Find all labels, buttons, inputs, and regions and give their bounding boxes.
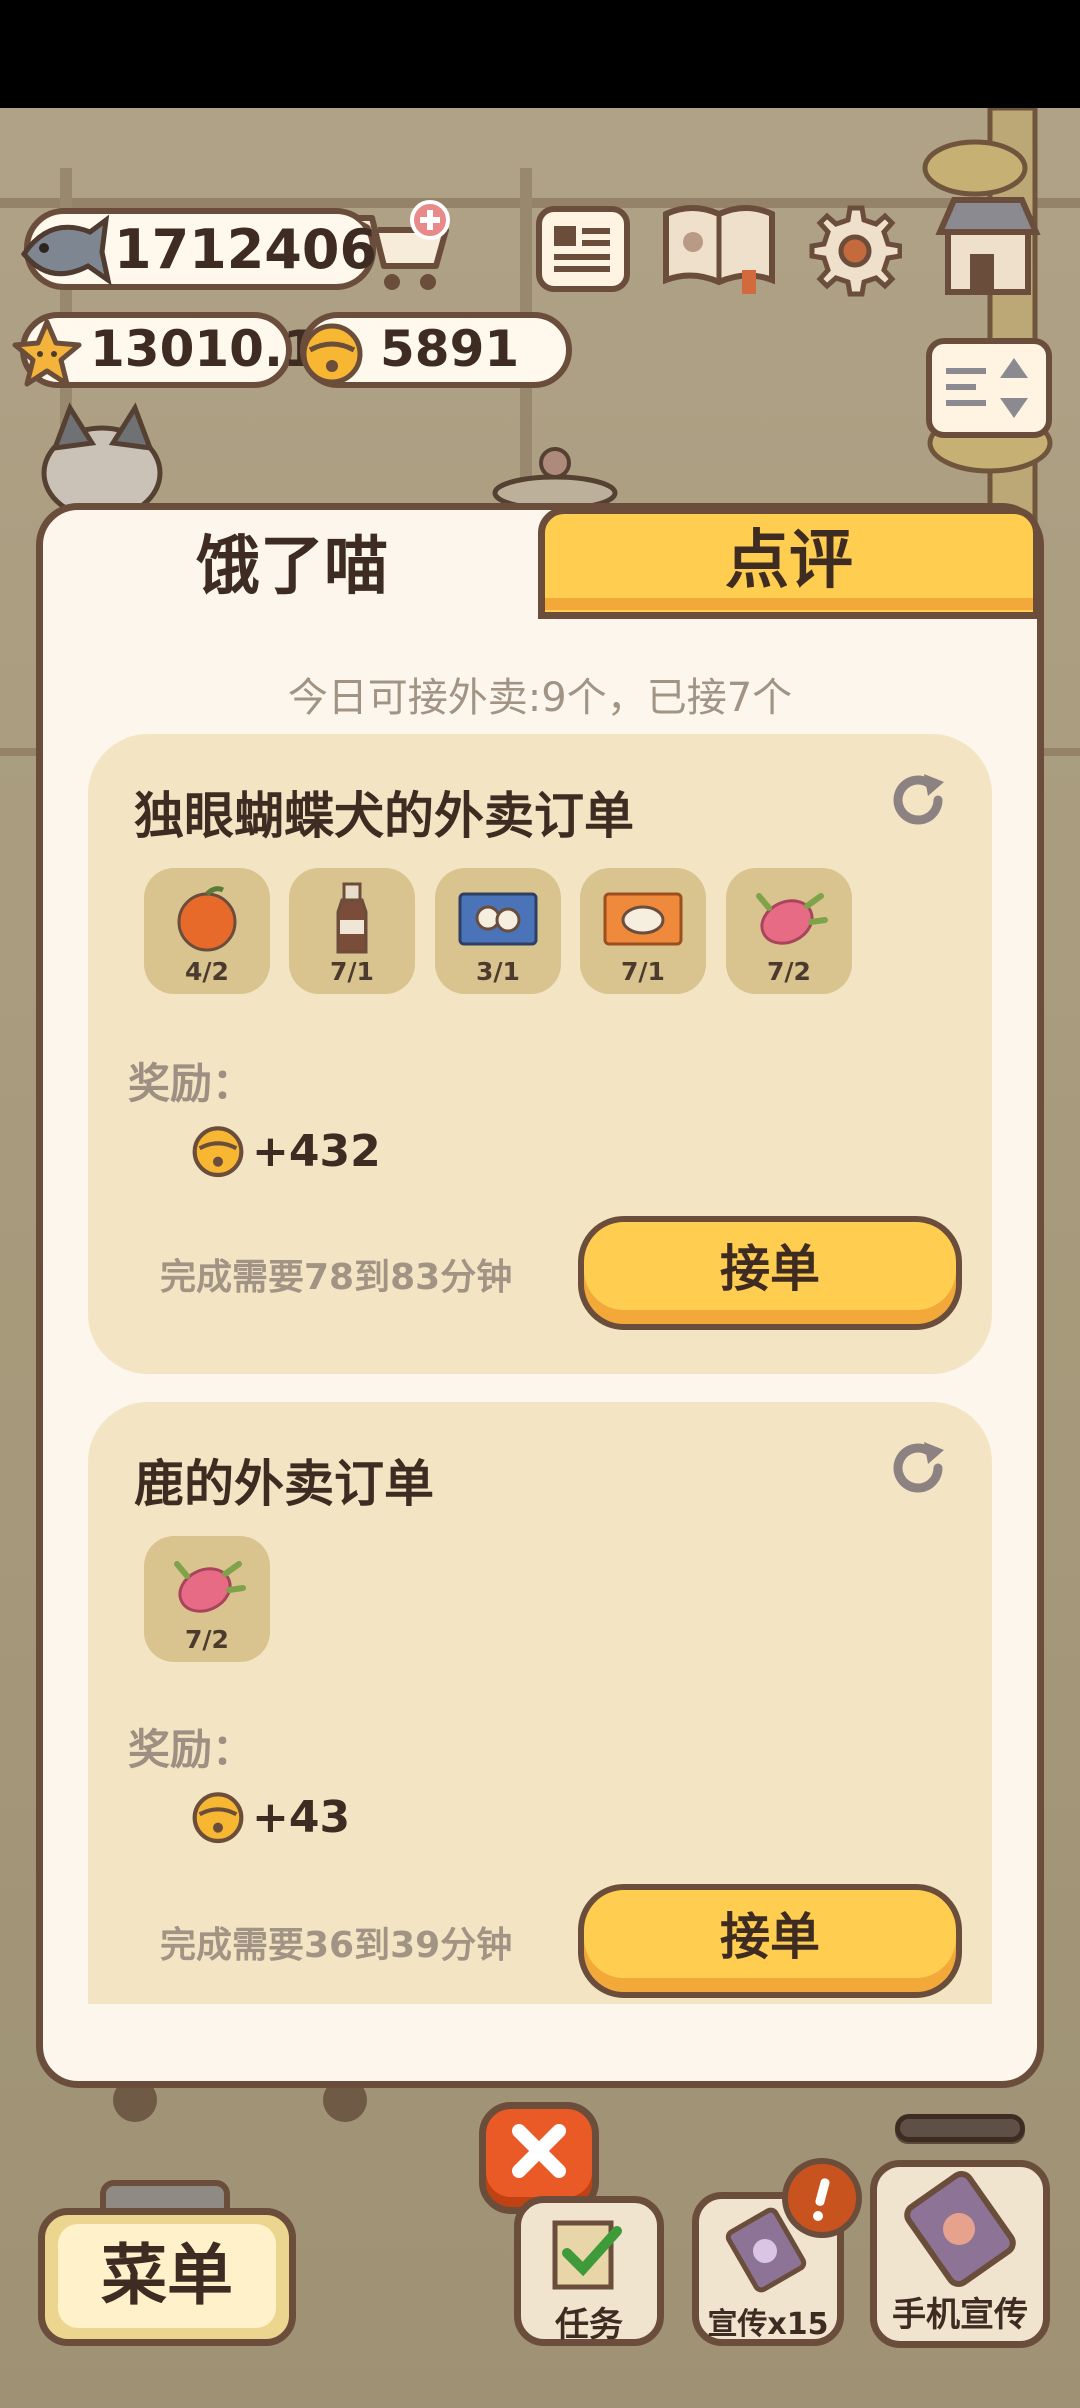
tab-hungry-meow[interactable]: 饿了喵 [44,512,540,622]
progress-pill [895,2114,1025,2142]
rice-dish-icon [603,892,683,946]
item-count: 7/1 [330,957,374,986]
accept-order-label: 接单 [720,1240,820,1298]
recipe-book-button[interactable] [660,200,778,296]
order-item: 7/1 [580,868,706,994]
star-icon [12,318,82,388]
shop-cart-icon[interactable] [350,200,454,296]
gear-icon [809,205,903,297]
refresh-order-button[interactable] [890,1438,950,1498]
tab-review-label: 点评 [725,524,853,598]
accept-order-button[interactable]: 接单 [578,1884,962,1998]
refresh-icon [893,774,944,825]
bottle-icon [336,882,368,954]
order-title: 独眼蝴蝶犬的外卖订单 [134,787,634,845]
promote-label: 宣传x15 [707,2307,829,2342]
phone-promote-label: 手机宣传 [892,2295,1028,2335]
order-item: 7/2 [726,868,852,994]
item-count: 7/1 [621,957,665,986]
tasks-label: 任务 [555,2305,623,2345]
newspaper-icon [554,226,610,272]
bell-count: 5891 [380,320,520,378]
fish-icon [16,208,112,288]
close-icon [512,2124,566,2178]
phone-icon [904,2171,1016,2287]
reward-label: 奖励： [128,1059,255,1108]
sushi-roll-icon [458,892,538,946]
settings-button[interactable] [806,202,903,298]
accept-order-label: 接单 [720,1908,820,1966]
accept-order-button[interactable]: 接单 [578,1216,962,1330]
sort-toggle-button[interactable] [926,338,1052,438]
completion-time: 完成需要36到39分钟 [160,1925,513,1966]
reward-amount: +432 [252,1126,381,1177]
book-icon [663,205,775,294]
tab-review-shadow [545,598,1033,610]
order-item: 4/2 [144,868,270,994]
order-item: 7/1 [289,868,415,994]
alert-badge [782,2158,862,2238]
storefront-icon [935,197,1041,295]
reward-label: 奖励： [128,1725,255,1774]
sort-icon [946,358,1028,418]
orange-icon [177,886,237,952]
dragon-fruit-icon [174,1561,246,1613]
shop-front-button[interactable] [930,192,1046,300]
tasks-button[interactable]: 任务 [514,2196,664,2346]
item-count: 3/1 [476,957,520,986]
order-item: 3/1 [435,868,561,994]
newspaper-button[interactable] [536,206,630,292]
bell-icon [188,1786,248,1846]
item-count: 7/2 [185,1625,229,1654]
clipboard-clip-icon [100,2180,230,2214]
refresh-order-button[interactable] [890,770,950,830]
reward-amount: +43 [252,1792,351,1843]
order-item: 7/2 [144,1536,270,1662]
menu-board: 菜单 [58,2224,276,2328]
completion-time: 完成需要78到83分钟 [160,1257,513,1298]
phone-promote-button[interactable]: 手机宣传 [870,2160,1050,2348]
checklist-icon [552,2220,622,2290]
tab-hungry-label: 饿了喵 [196,530,388,604]
menu-label: 菜单 [101,2237,233,2314]
daily-order-info: 今日可接外卖:9个，已接7个 [287,675,793,721]
bell-icon [188,1120,248,1180]
star-count: 13010.1 [90,320,318,378]
dragon-fruit-icon [756,893,828,945]
item-count: 7/2 [767,957,811,986]
order-title: 鹿的外卖订单 [134,1455,434,1513]
exclamation-icon [813,2178,830,2221]
refresh-icon [893,1442,944,1493]
bell-icon [296,316,368,388]
status-bar [0,0,1080,108]
item-count: 4/2 [185,957,229,986]
